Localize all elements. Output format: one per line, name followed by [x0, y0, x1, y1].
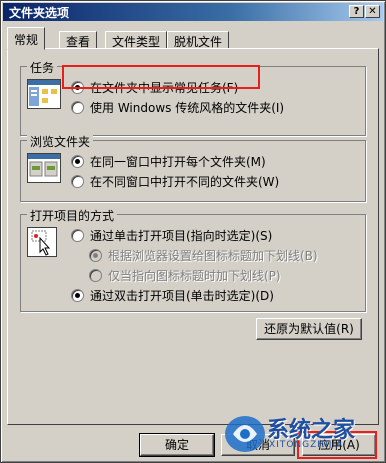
tab-file-types[interactable]: 文件类型 [105, 31, 168, 49]
same-window-label: 在同一窗口中打开每个文件夹(M) [90, 155, 266, 169]
classic-folders-radio[interactable] [71, 101, 84, 114]
folder-tasks-icon [27, 79, 61, 109]
same-window-radio[interactable] [71, 155, 84, 168]
double-click-label: 通过双击打开项目(单击时选定)(D) [90, 289, 274, 303]
general-tab-panel: 任务 在文件夹中显示常见任务(F) 使用 Windows 传统风格的文件夹(I) [7, 48, 379, 425]
classic-folders-label: 使用 Windows 传统风格的文件夹(I) [90, 101, 285, 115]
watermark-logo: 系统之家 XITONGZHIJIA [223, 406, 385, 460]
tab-view[interactable]: 查看 [59, 31, 98, 49]
single-click-radio[interactable] [71, 229, 84, 242]
underline-browser-option: 根据浏览器设置给图标标题加下划线(B) [89, 247, 318, 263]
highlight-show-common-tasks [62, 65, 260, 89]
separate-windows-option[interactable]: 在不同窗口中打开不同的文件夹(W) [71, 173, 279, 189]
close-button[interactable]: ✕ [365, 5, 380, 18]
separate-windows-radio[interactable] [71, 175, 84, 188]
open-items-group: 打开项目的方式 通过单击打开项目(指向时选定)(S) 根据浏览器设置给图标标题加… [20, 207, 366, 312]
underline-hover-option: 仅当指向图标标题时加下划线(P) [89, 267, 281, 283]
browse-folders-group: 浏览文件夹 在同一窗口中打开每个文件夹(M) 在不同窗口中打开不同的文件夹(W) [20, 133, 366, 202]
open-items-group-title: 打开项目的方式 [27, 207, 118, 224]
underline-hover-radio [89, 269, 102, 282]
folder-options-dialog: 文件夹选项 ? ✕ 常规 查看 文件类型 脱机文件 任务 在文件夹中显示常见任务… [0, 0, 386, 463]
separate-windows-label: 在不同窗口中打开不同的文件夹(W) [90, 175, 280, 189]
tasks-group-title: 任务 [27, 59, 58, 76]
watermark-sub: XITONGZHIJIA [269, 440, 344, 450]
browse-windows-icon [27, 153, 61, 183]
same-window-option[interactable]: 在同一窗口中打开每个文件夹(M) [71, 153, 266, 169]
underline-hover-label: 仅当指向图标标题时加下划线(P) [108, 269, 281, 283]
tab-general[interactable]: 常规 [7, 27, 46, 50]
browse-folders-group-title: 浏览文件夹 [27, 133, 94, 150]
underline-browser-label: 根据浏览器设置给图标标题加下划线(B) [108, 249, 318, 263]
restore-defaults-button[interactable]: 还原为默认值(R) [256, 318, 362, 340]
window-title: 文件夹选项 [9, 6, 70, 20]
double-click-option[interactable]: 通过双击打开项目(单击时选定)(D) [71, 287, 274, 303]
ok-button[interactable]: 确定 [139, 433, 215, 457]
tab-offline-files[interactable]: 脱机文件 [167, 31, 230, 49]
pointer-click-icon [27, 227, 57, 257]
title-bar[interactable]: 文件夹选项 ? ✕ [3, 3, 383, 21]
classic-folders-option[interactable]: 使用 Windows 传统风格的文件夹(I) [71, 99, 284, 115]
single-click-option[interactable]: 通过单击打开项目(指向时选定)(S) [71, 227, 272, 243]
double-click-radio[interactable] [71, 289, 84, 302]
single-click-label: 通过单击打开项目(指向时选定)(S) [90, 229, 273, 243]
underline-browser-radio [89, 249, 102, 262]
help-button[interactable]: ? [349, 5, 364, 18]
